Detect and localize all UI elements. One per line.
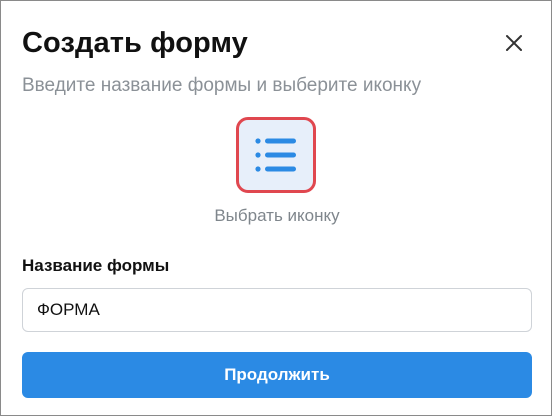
icon-picker-label[interactable]: Выбрать иконку (1, 204, 552, 228)
create-form-dialog: Создать форму Введите название формы и в… (0, 0, 552, 416)
form-name-input[interactable] (22, 288, 532, 332)
icon-picker-button[interactable] (236, 117, 316, 193)
continue-button[interactable]: Продолжить (22, 352, 532, 398)
form-name-label: Название формы (22, 256, 170, 275)
dialog-title: Создать форму (22, 27, 248, 59)
list-icon (255, 138, 296, 172)
dialog-subtitle: Введите название формы и выберите иконку (22, 75, 422, 96)
close-icon (506, 35, 522, 51)
close-button[interactable] (500, 29, 528, 57)
